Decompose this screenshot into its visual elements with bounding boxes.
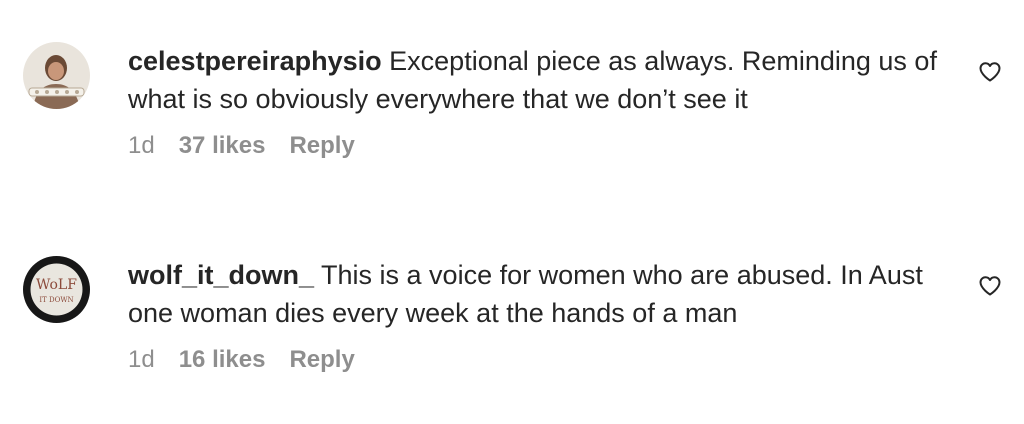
comment-username[interactable]: celestpereiraphysio bbox=[128, 46, 382, 76]
wolf-it-down-logo-avatar-icon: WoLF IT DOWN bbox=[23, 256, 90, 323]
svg-text:IT DOWN: IT DOWN bbox=[39, 296, 73, 304]
user-avatar[interactable] bbox=[23, 42, 90, 109]
heart-outline-icon[interactable] bbox=[978, 274, 1002, 298]
reply-button[interactable]: Reply bbox=[289, 132, 354, 160]
comment-text-block: celestpereiraphysio Exceptional piece as… bbox=[128, 42, 958, 118]
heart-outline-icon[interactable] bbox=[978, 60, 1002, 84]
comment-body: celestpereiraphysio Exceptional piece as… bbox=[128, 42, 958, 160]
logo-wordmark: WoLF bbox=[36, 277, 77, 293]
comment-item: celestpereiraphysio Exceptional piece as… bbox=[0, 0, 1024, 210]
comment-timestamp[interactable]: 1d bbox=[128, 346, 155, 374]
comment-meta: 1d 16 likes Reply bbox=[128, 346, 958, 374]
comment-likes[interactable]: 37 likes bbox=[179, 132, 266, 160]
comment-body: wolf_it_down_ This is a voice for women … bbox=[128, 256, 958, 374]
user-avatar[interactable]: WoLF IT DOWN bbox=[23, 256, 90, 323]
person-photo-avatar-icon bbox=[23, 42, 90, 109]
comment-meta: 1d 37 likes Reply bbox=[128, 132, 958, 160]
comment-username[interactable]: wolf_it_down_ bbox=[128, 260, 314, 290]
reply-button[interactable]: Reply bbox=[289, 346, 354, 374]
comment-item: WoLF IT DOWN wolf_it_down_ This is a voi… bbox=[0, 210, 1024, 424]
comment-timestamp[interactable]: 1d bbox=[128, 132, 155, 160]
comment-likes[interactable]: 16 likes bbox=[179, 346, 266, 374]
comment-text-block: wolf_it_down_ This is a voice for women … bbox=[128, 256, 958, 332]
